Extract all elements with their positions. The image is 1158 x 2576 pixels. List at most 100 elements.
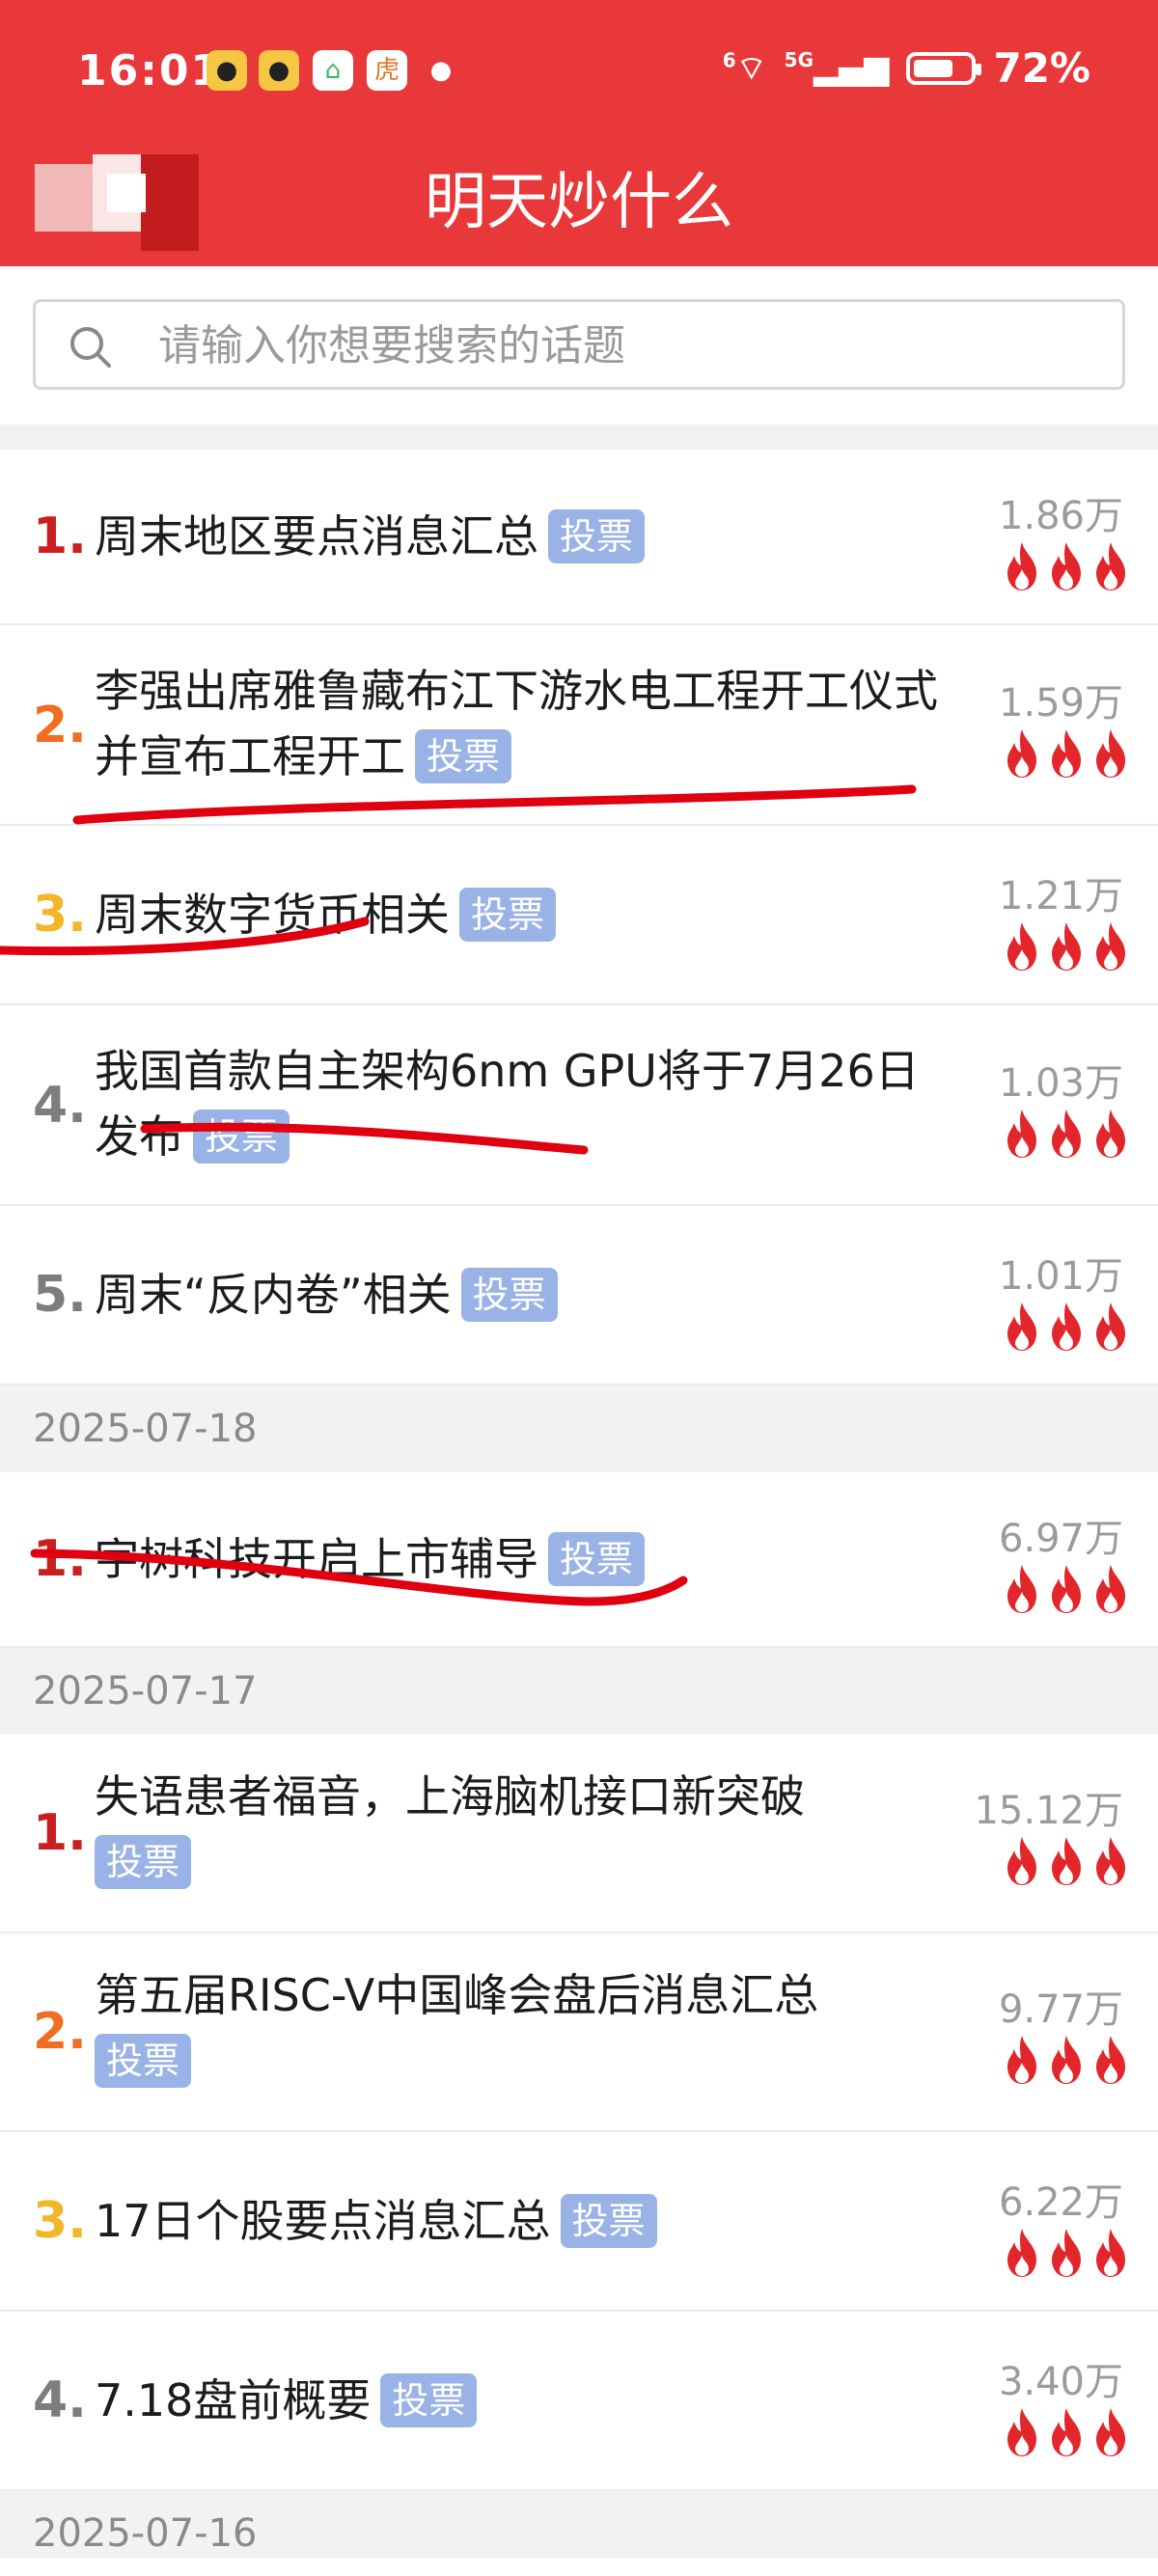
flame-icon (1096, 1302, 1125, 1351)
heat-count: 1.01万 (998, 1254, 1123, 1299)
flame-icon (1052, 729, 1081, 778)
status-time: 16:01 (77, 46, 223, 96)
heat-count: 3.40万 (998, 2360, 1123, 2404)
flame-icon (1052, 1110, 1081, 1158)
topic-title-wrap: 周末数字货币相关 投票 (95, 882, 953, 947)
topic-row[interactable]: 4. 7.18盘前概要 投票 3.40万 (0, 2312, 1158, 2491)
flame-icon (1007, 1302, 1036, 1351)
rank-number: 1. (33, 1804, 87, 1862)
vote-button[interactable]: 投票 (548, 508, 646, 563)
topic-title-wrap: 第五届RISC-V中国峰会盘后消息汇总 投票 (95, 1962, 944, 2094)
flame-icon (1007, 729, 1036, 778)
heat-flames (1002, 1108, 1131, 1160)
flame-icon (1052, 2036, 1081, 2084)
heat-flames (1002, 727, 1131, 780)
topic-row[interactable]: 3. 周末数字货币相关 投票 1.21万 (0, 826, 1158, 1005)
topic-title-wrap: 17日个股要点消息汇总 投票 (95, 2188, 953, 2254)
topic-title: 第五届RISC-V中国峰会盘后消息汇总 (95, 1969, 819, 2021)
date-header: 2025-07-18 (0, 1385, 1158, 1472)
date-header: 2025-07-16 (0, 2491, 1158, 2559)
status-bar: 16:01 ● ● ⌂ 虎 ● 6⌔ 5G▂▄▆ 72% (0, 0, 1158, 145)
topic-title: 7.18盘前概要 (95, 2374, 372, 2426)
topic-title-wrap: 周末地区要点消息汇总 投票 (95, 504, 953, 569)
flame-icon (1052, 2408, 1081, 2456)
vote-button[interactable]: 投票 (95, 2033, 192, 2088)
topic-row[interactable]: 4. 我国首款自主架构6nm GPU将于7月26日发布 投票 1.03万 (0, 1005, 1158, 1206)
heat-count: 6.97万 (998, 1517, 1123, 1561)
heat-count: 1.03万 (998, 1061, 1123, 1106)
vote-button[interactable]: 投票 (95, 1834, 192, 1889)
wifi-icon: 6⌔ (722, 48, 767, 88)
flame-icon (1007, 922, 1036, 971)
vote-button[interactable]: 投票 (460, 1267, 558, 1322)
search-box[interactable] (33, 299, 1125, 390)
flame-icon (1096, 2408, 1125, 2456)
topic-row[interactable]: 5. 周末“反内卷”相关 投票 1.01万 (0, 1206, 1158, 1385)
rank-number: 5. (33, 1266, 87, 1324)
heat-flames (1002, 2227, 1131, 2279)
topic-row[interactable]: 2. 李强出席雅鲁藏布江下游水电工程开工仪式 并宣布工程开工 投票 1.59万 (0, 625, 1158, 826)
rank-number: 1. (33, 1530, 87, 1588)
heat-flames (1002, 2406, 1131, 2458)
flame-icon (1096, 1837, 1125, 1885)
weibo-icon: ● (207, 50, 247, 91)
search-section (0, 266, 1158, 425)
battery-percent: 72% (993, 44, 1090, 92)
flame-icon (1052, 2229, 1081, 2277)
topic-row[interactable]: 1. 周末地区要点消息汇总 投票 1.86万 (0, 450, 1158, 625)
topic-title-wrap: 7.18盘前概要 投票 (95, 2368, 953, 2433)
heat-count: 1.59万 (998, 681, 1123, 726)
topic-row[interactable]: 3. 17日个股要点消息汇总 投票 6.22万 (0, 2132, 1158, 2312)
vote-button[interactable]: 投票 (459, 887, 557, 942)
topic-title: 宇树科技开启上市辅导 (95, 1533, 538, 1585)
rank-number: 2. (33, 2003, 87, 2061)
flame-icon (1007, 2036, 1036, 2084)
status-right: 6⌔ 5G▂▄▆ 72% (723, 44, 1090, 92)
topic-title: 失语患者福音，上海脑机接口新突破 (95, 1770, 805, 1822)
battery-fill (914, 59, 953, 77)
rank-number: 3. (33, 2192, 87, 2250)
page-title: 明天炒什么 (425, 167, 733, 238)
heat-flames (1002, 920, 1131, 973)
topic-row[interactable]: 2. 第五届RISC-V中国峰会盘后消息汇总 投票 9.77万 (0, 1933, 1158, 2132)
tiger-app-icon: 虎 (367, 50, 407, 91)
chat-bubble-icon: ● (429, 56, 453, 85)
flame-icon (1096, 922, 1125, 971)
heat-flames (1002, 540, 1131, 592)
section-divider (0, 425, 1158, 450)
vote-button[interactable]: 投票 (193, 1109, 290, 1164)
search-input[interactable] (156, 302, 1106, 389)
rank-number: 2. (33, 697, 87, 754)
heat-count: 1.86万 (998, 494, 1123, 538)
heat-flames (1002, 2034, 1131, 2086)
flame-icon (1007, 1565, 1036, 1613)
heat-flames (1002, 1835, 1131, 1887)
flame-icon (1096, 542, 1125, 590)
flame-icon (1096, 1110, 1125, 1158)
heat-count: 1.21万 (998, 874, 1123, 918)
vote-button[interactable]: 投票 (380, 2372, 478, 2427)
network-type: 5G (784, 48, 814, 72)
flame-icon (1007, 2229, 1036, 2277)
topic-title: 17日个股要点消息汇总 (95, 2195, 551, 2247)
topic-row[interactable]: 1. 失语患者福音，上海脑机接口新突破 投票 15.12万 (0, 1735, 1158, 1933)
flame-icon (1052, 922, 1081, 971)
topic-title-wrap: 我国首款自主架构6nm GPU将于7月26日发布 投票 (95, 1038, 953, 1169)
search-icon (70, 327, 111, 368)
app-header: 16:01 ● ● ⌂ 虎 ● 6⌔ 5G▂▄▆ 72% 明天炒什么 (0, 0, 1158, 266)
cellular-signal-icon: 5G▂▄▆ (784, 48, 890, 88)
flame-icon (1052, 1302, 1081, 1351)
rank-number: 4. (33, 2371, 87, 2429)
vote-button[interactable]: 投票 (415, 728, 512, 783)
flame-icon (1096, 2229, 1125, 2277)
vote-button[interactable]: 投票 (548, 1531, 646, 1586)
flame-icon (1007, 1110, 1036, 1158)
topic-row[interactable]: 1. 宇树科技开启上市辅导 投票 6.97万 (0, 1472, 1158, 1648)
flame-icon (1052, 542, 1081, 590)
topic-title-wrap: 李强出席雅鲁藏布江下游水电工程开工仪式 并宣布工程开工 投票 (95, 658, 953, 789)
flame-icon (1096, 2036, 1125, 2084)
flame-icon (1007, 542, 1036, 590)
rank-number: 4. (33, 1077, 87, 1135)
vote-button[interactable]: 投票 (560, 2193, 657, 2248)
battery-tip (976, 63, 982, 75)
